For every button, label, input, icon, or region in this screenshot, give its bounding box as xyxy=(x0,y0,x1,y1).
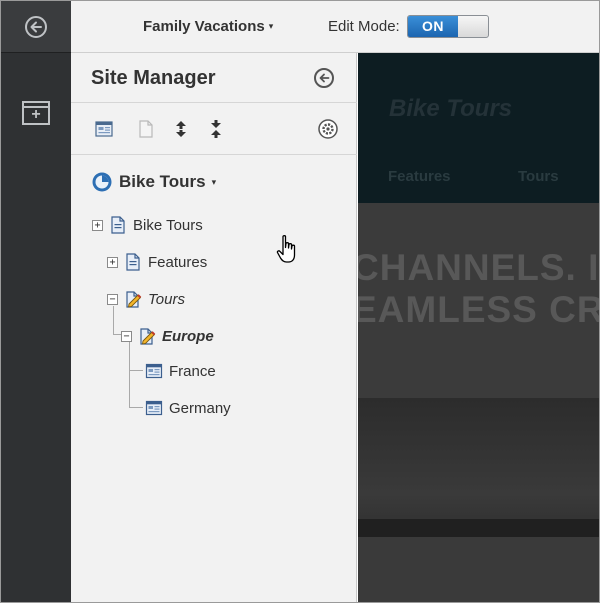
tree-item-europe[interactable]: − Europe xyxy=(121,326,214,346)
duplicate-page-glyph xyxy=(139,120,153,138)
layout-page-icon xyxy=(145,363,163,379)
preview-divider xyxy=(358,519,599,537)
preview-header: Bike Tours Features Tours xyxy=(358,53,599,203)
preview-footer-band xyxy=(358,537,599,602)
new-page-glyph xyxy=(95,121,113,137)
tree-connector xyxy=(129,341,130,408)
tree-item-label: Features xyxy=(148,253,208,271)
collapse-icon[interactable]: − xyxy=(107,293,118,305)
layout-page-icon xyxy=(145,400,163,416)
page-preview: Bike Tours Features Tours CHANNELS. I EA… xyxy=(358,53,600,602)
rail-header xyxy=(1,1,71,53)
add-page-icon[interactable] xyxy=(22,101,50,125)
tree-item-tours[interactable]: − Tours xyxy=(107,289,185,309)
tree-item-france[interactable]: France xyxy=(145,361,216,381)
edit-mode-label: Edit Mode: xyxy=(328,18,400,35)
top-bar: Family Vacations ▾ Edit Mode: ON xyxy=(71,1,599,53)
edited-page-icon xyxy=(140,328,156,345)
chevron-down-icon: ▾ xyxy=(211,176,217,187)
site-manager-panel: Site Manager Bike Tours ▾ + Bike Tours +… xyxy=(71,53,357,602)
preview-hero-line: EAMLESS CRO xyxy=(358,289,599,330)
collapse-icon[interactable]: − xyxy=(121,330,132,342)
move-down-glyph xyxy=(211,120,221,138)
tree-item-label: France xyxy=(169,362,216,380)
tree-item-label: Germany xyxy=(169,399,231,417)
expand-icon[interactable]: + xyxy=(107,256,118,268)
tree-item-label: Tours xyxy=(148,290,185,308)
preview-site-title: Bike Tours xyxy=(389,95,513,122)
page-icon xyxy=(111,216,125,234)
tree-item-label: Europe xyxy=(162,327,214,345)
site-manager-title: Site Manager xyxy=(91,67,216,89)
tree-item-germany[interactable]: Germany xyxy=(145,398,231,418)
site-switcher[interactable]: Family Vacations ▾ xyxy=(143,18,273,35)
site-switcher-label: Family Vacations xyxy=(143,18,265,35)
site-selector[interactable]: Bike Tours ▾ xyxy=(91,171,216,193)
site-globe-icon xyxy=(92,172,112,192)
collapse-panel-icon[interactable] xyxy=(314,68,334,88)
site-selector-label: Bike Tours xyxy=(119,172,206,191)
tree-item-bike-tours[interactable]: + Bike Tours xyxy=(92,215,203,235)
preview-nav-tours: Tours xyxy=(518,168,559,185)
page-tree: + Bike Tours + Features − Tours − Europe… xyxy=(71,203,357,463)
tree-item-label: Bike Tours xyxy=(133,216,203,234)
move-up-glyph xyxy=(176,121,186,137)
preview-nav-features: Features xyxy=(388,168,451,185)
move-up-icon[interactable] xyxy=(170,118,192,140)
preview-hero-line: CHANNELS. I xyxy=(358,247,600,288)
expand-icon[interactable]: + xyxy=(92,219,103,231)
new-page-icon[interactable] xyxy=(93,118,115,140)
back-arrow-icon[interactable] xyxy=(25,16,47,38)
left-rail xyxy=(1,1,71,602)
move-down-icon[interactable] xyxy=(205,118,227,140)
tree-connector xyxy=(129,407,143,408)
edit-mode-toggle[interactable]: ON xyxy=(407,15,489,38)
site-manager-toolbar xyxy=(71,103,357,155)
tree-item-features[interactable]: + Features xyxy=(107,252,207,272)
site-manager-header: Site Manager xyxy=(71,53,357,103)
edit-mode-toggle-on: ON xyxy=(408,16,458,37)
page-icon xyxy=(126,253,140,271)
chevron-down-icon: ▾ xyxy=(268,21,274,31)
collapse-arrow-glyph xyxy=(319,73,330,83)
tree-connector xyxy=(129,370,143,371)
window: Family Vacations▾ Edit Mode: ON Site Man… xyxy=(0,0,600,603)
settings-glyph xyxy=(318,119,338,139)
tree-connector xyxy=(113,306,114,335)
settings-icon[interactable] xyxy=(317,118,339,140)
back-arrow-glyph xyxy=(30,21,42,33)
edited-page-icon xyxy=(126,291,142,308)
duplicate-page-icon[interactable] xyxy=(135,118,157,140)
